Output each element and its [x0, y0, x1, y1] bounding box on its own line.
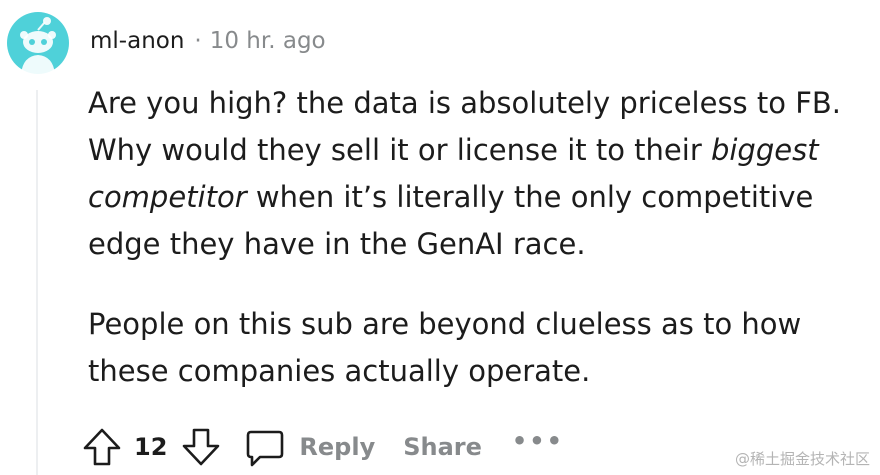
- timestamp[interactable]: 10 hr. ago: [210, 28, 326, 54]
- reply-label: Reply: [299, 433, 376, 461]
- upvote-arrow-icon: [83, 428, 121, 466]
- watermark: @稀土掘金技术社区: [734, 450, 870, 468]
- downvote-arrow-icon: [183, 428, 220, 466]
- share-button[interactable]: Share: [403, 433, 482, 461]
- meta-separator: ·: [194, 28, 202, 54]
- vote-count: 12: [134, 433, 168, 461]
- more-options-icon[interactable]: •••: [512, 427, 564, 455]
- upvote-button[interactable]: [80, 425, 124, 469]
- comment-paragraph-1: Are you high? the data is absolutely pri…: [88, 80, 868, 268]
- comment-bubble-icon: [247, 430, 284, 467]
- downvote-button[interactable]: [179, 425, 223, 469]
- user-avatar[interactable]: [7, 12, 69, 74]
- reddit-snoo-icon: [7, 12, 69, 74]
- comment-actions: 12 Reply Share •••: [80, 422, 564, 472]
- reply-button[interactable]: Reply: [243, 425, 375, 469]
- comment-meta: ml-anon · 10 hr. ago: [90, 26, 326, 56]
- comment-body: Are you high? the data is absolutely pri…: [88, 80, 868, 395]
- comment-paragraph-2: People on this sub are beyond clueless a…: [88, 307, 802, 388]
- username[interactable]: ml-anon: [90, 28, 184, 54]
- thread-line[interactable]: [36, 90, 38, 475]
